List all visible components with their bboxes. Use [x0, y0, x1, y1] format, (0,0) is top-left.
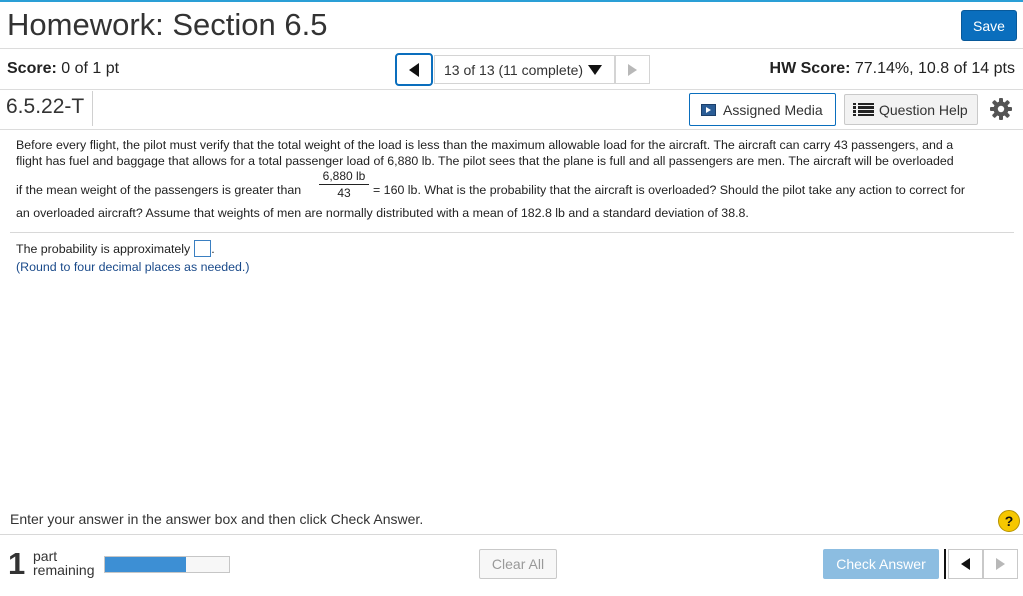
score-display: Score: 0 of 1 pt: [7, 60, 119, 78]
page-header: Homework: Section 6.5 Save: [0, 2, 1023, 48]
question-text: Before every flight, the pilot must veri…: [16, 137, 1012, 221]
rounding-hint: (Round to four decimal places as needed.…: [16, 260, 250, 274]
answer-input[interactable]: [194, 240, 212, 257]
answer-prompt: The probability is approximately .: [16, 240, 215, 257]
triangle-left-icon: [409, 62, 419, 77]
question-line: Before every flight, the pilot must veri…: [16, 138, 954, 152]
next-question-button[interactable]: [615, 55, 650, 84]
triangle-down-icon: [588, 64, 603, 75]
footer-previous-button[interactable]: [948, 549, 983, 579]
check-answer-button[interactable]: Check Answer: [823, 549, 939, 579]
triangle-right-icon: [628, 63, 637, 76]
question-id: 6.5.22-T: [6, 95, 85, 118]
previous-question-button[interactable]: [395, 53, 433, 86]
fraction-denominator: 43: [337, 186, 351, 200]
question-text-segment: if the mean weight of the passengers is …: [16, 183, 302, 197]
gear-icon[interactable]: [989, 97, 1013, 121]
question-help-button[interactable]: Question Help: [844, 94, 978, 125]
page-title: Homework: Section 6.5: [7, 7, 328, 42]
divider: [10, 232, 1014, 233]
assigned-media-label: Assigned Media: [723, 101, 823, 118]
fraction-numerator: 6,880 lb: [319, 169, 369, 185]
parts-word: part: [33, 548, 58, 564]
question-position: 13 of 13 (11 complete): [444, 61, 584, 78]
instruction-text: Enter your answer in the answer box and …: [10, 511, 424, 527]
divider: [0, 89, 1023, 90]
list-icon: [853, 102, 874, 117]
parts-remaining-count: 1: [8, 546, 26, 581]
fraction: 6,880 lb 43: [319, 169, 369, 201]
divider: [0, 534, 1023, 535]
question-line: flight has fuel and baggage that allows …: [16, 154, 954, 168]
remaining-word: remaining: [33, 562, 95, 578]
parts-remaining-label: part remaining: [33, 549, 94, 577]
divider: [944, 549, 946, 579]
video-icon: [701, 103, 716, 116]
triangle-left-icon: [961, 558, 970, 570]
assigned-media-button[interactable]: Assigned Media: [689, 93, 836, 126]
triangle-right-icon: [996, 558, 1005, 570]
clear-all-button[interactable]: Clear All: [479, 549, 557, 579]
divider: [0, 129, 1023, 130]
score-label: Score:: [7, 60, 57, 77]
footer-next-button[interactable]: [983, 549, 1018, 579]
answer-suffix: .: [211, 241, 215, 256]
question-help-label: Question Help: [879, 101, 968, 118]
question-text-segment: = 160 lb. What is the probability that t…: [373, 183, 965, 197]
question-line: an overloaded aircraft? Assume that weig…: [16, 206, 749, 220]
save-button[interactable]: Save: [961, 10, 1017, 41]
question-mark-icon[interactable]: ?: [998, 510, 1020, 532]
question-line: if the mean weight of the passengers is …: [16, 169, 1012, 205]
hw-score-label: HW Score:: [769, 60, 851, 77]
progress-bar: [104, 556, 230, 573]
hw-score-display: HW Score: 77.14%, 10.8 of 14 pts: [770, 60, 1015, 78]
answer-prompt-text: The probability is approximately: [16, 241, 191, 256]
score-value: 0 of 1 pt: [61, 60, 120, 77]
question-navigator-dropdown[interactable]: 13 of 13 (11 complete): [434, 55, 615, 84]
divider: [92, 91, 93, 126]
divider: [0, 48, 1023, 49]
hw-score-value: 77.14%, 10.8 of 14 pts: [854, 60, 1015, 77]
progress-fill: [105, 557, 186, 572]
